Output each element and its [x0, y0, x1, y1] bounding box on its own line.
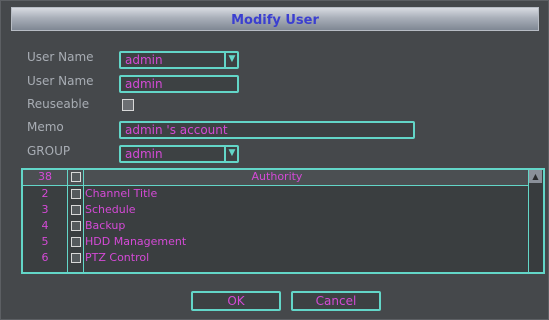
ok-button[interactable]: OK [191, 291, 281, 311]
chevron-down-icon[interactable]: ▼ [224, 147, 237, 161]
group-select[interactable]: admin ▼ [119, 145, 239, 163]
modify-user-dialog: Modify User User Name admin ▼ User Name … [0, 0, 549, 320]
title-bar: Modify User [11, 7, 539, 31]
row-checkbox[interactable] [71, 189, 81, 199]
list-item[interactable]: 5 HDD Management [23, 235, 531, 250]
list-item[interactable]: 6 PTZ Control [23, 251, 531, 266]
column-divider [67, 170, 68, 272]
user-name-select[interactable]: admin ▼ [119, 51, 239, 69]
user-name2-label: User Name [27, 74, 94, 88]
cancel-button[interactable]: Cancel [291, 291, 381, 311]
row-name: Channel Title [85, 187, 158, 200]
list-scrollbar[interactable]: ▲ [528, 170, 543, 272]
user-name-label: User Name [27, 50, 94, 64]
dialog-title: Modify User [231, 13, 319, 28]
row-number: 4 [41, 219, 49, 232]
list-item[interactable]: 2 Channel Title [23, 187, 531, 202]
chevron-down-icon[interactable]: ▼ [224, 53, 237, 67]
row-number: 6 [41, 251, 49, 264]
row-checkbox[interactable] [71, 205, 81, 215]
memo-input-value: admin 's account [125, 123, 228, 137]
group-label: GROUP [27, 144, 71, 158]
group-select-value: admin [125, 147, 163, 161]
row-name: HDD Management [85, 235, 187, 248]
authority-list-header: 38 Authority [23, 170, 531, 186]
row-checkbox[interactable] [71, 253, 81, 263]
reusable-label: Reuseable [27, 97, 90, 111]
user-name-select-value: admin [125, 53, 163, 67]
row-name: Backup [85, 219, 126, 232]
memo-label: Memo [27, 120, 64, 134]
column-divider [83, 170, 84, 272]
row-number: 3 [41, 203, 49, 216]
row-checkbox[interactable] [71, 221, 81, 231]
row-number: 2 [41, 187, 49, 200]
row-number: 5 [41, 235, 49, 248]
list-item[interactable]: 4 Backup [23, 219, 531, 234]
user-name-input[interactable]: admin [119, 75, 239, 93]
row-checkbox[interactable] [71, 237, 81, 247]
memo-input[interactable]: admin 's account [119, 121, 415, 139]
header-authority: Authority [251, 170, 303, 183]
authority-list[interactable]: 38 Authority 2 Channel Title 3 Schedule … [21, 168, 545, 274]
scroll-up-icon[interactable]: ▲ [529, 170, 542, 183]
row-name: Schedule [85, 203, 136, 216]
user-name-input-value: admin [125, 77, 163, 91]
row-name: PTZ Control [85, 251, 150, 264]
list-item[interactable]: 3 Schedule [23, 203, 531, 218]
reusable-checkbox[interactable] [122, 99, 134, 111]
